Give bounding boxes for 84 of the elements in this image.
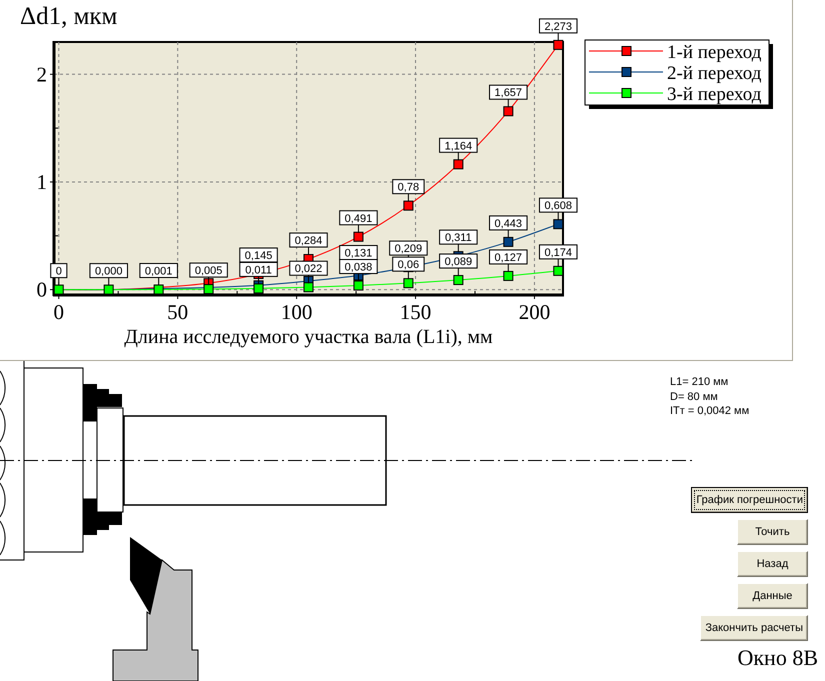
legend-label: 2-й переход xyxy=(667,63,762,84)
leader-line xyxy=(558,32,559,42)
window-label: Окно 8В xyxy=(737,644,818,670)
leader-line xyxy=(58,277,60,286)
x-tick-label: 100 xyxy=(280,300,312,324)
chuck-jaw xyxy=(83,384,122,421)
data-label: 0 xyxy=(50,263,68,278)
data-label: 1,657 xyxy=(489,84,528,100)
x-tick-label: 150 xyxy=(400,300,432,324)
data-label: 2,273 xyxy=(538,18,578,34)
point-marker-icon xyxy=(154,284,164,294)
point-marker-icon xyxy=(453,159,464,170)
x-tick-label: 0 xyxy=(54,300,64,324)
leader-line xyxy=(158,277,160,286)
data-label: 0,000 xyxy=(89,263,128,278)
point-marker-icon xyxy=(403,278,414,288)
data-label: 0,284 xyxy=(289,232,328,248)
data-label: 1,164 xyxy=(439,138,478,153)
point-marker-icon xyxy=(453,275,464,286)
y-tick-label: 2 xyxy=(36,62,47,86)
leader-line xyxy=(558,212,559,221)
point-marker-icon xyxy=(503,236,514,247)
data-label: 0,022 xyxy=(289,260,328,276)
leader-line xyxy=(108,277,110,286)
leader-line xyxy=(508,229,509,238)
leader-line xyxy=(408,193,409,202)
point-marker-icon xyxy=(553,219,564,230)
leader-line xyxy=(458,268,459,277)
point-marker-icon xyxy=(403,200,414,211)
leader-line xyxy=(508,98,509,108)
data-label: 0,608 xyxy=(538,198,578,213)
leader-line xyxy=(358,273,359,282)
point-marker-icon xyxy=(54,284,64,295)
y-tick-label: 0 xyxy=(36,278,47,302)
point-marker-icon xyxy=(204,284,214,294)
y-tick-label: 1 xyxy=(36,170,47,194)
data-label: 0,001 xyxy=(139,263,178,278)
data-label: 0,089 xyxy=(439,254,478,269)
y-axis-title: Δd1, мкм xyxy=(20,3,118,30)
data-label: 0,005 xyxy=(189,262,228,278)
action-button[interactable]: Данные xyxy=(737,582,808,608)
data-label: 0,174 xyxy=(538,244,578,260)
action-button[interactable]: Закончить расчеты xyxy=(700,614,808,640)
leader-line xyxy=(208,276,210,286)
point-marker-icon xyxy=(353,280,364,291)
data-label: 0,145 xyxy=(239,248,278,262)
data-label: 0,038 xyxy=(339,259,378,274)
leader-line xyxy=(458,244,459,253)
point-marker-icon xyxy=(104,284,114,295)
x-tick-label: 50 xyxy=(167,300,188,324)
x-tick-label: 200 xyxy=(518,300,550,324)
parameter-text: D= 80 мм xyxy=(670,390,719,404)
leader-line xyxy=(358,224,359,234)
parameter-text: L1= 210 мм xyxy=(670,375,730,390)
leader-line xyxy=(508,263,509,272)
data-label: 0,131 xyxy=(339,245,378,260)
chuck-jaw xyxy=(83,499,122,535)
point-marker-icon xyxy=(353,232,364,242)
leader-line xyxy=(308,246,309,256)
point-marker-icon xyxy=(503,106,514,116)
data-label: 0,209 xyxy=(389,240,428,256)
point-marker-icon xyxy=(553,40,564,50)
data-label: 0,78 xyxy=(392,179,425,194)
action-button[interactable]: Назад xyxy=(737,550,808,576)
point-marker-icon xyxy=(503,270,514,281)
point-marker-icon xyxy=(304,282,314,292)
parameter-text: ITт = 0,0042 мм xyxy=(670,404,750,418)
action-button[interactable]: График погрешности xyxy=(691,486,808,512)
data-label: 0,443 xyxy=(489,215,528,230)
leader-line xyxy=(558,258,559,268)
leader-line xyxy=(308,274,309,284)
x-axis-title: Длина исследуемого участка вала (L1i), мм xyxy=(124,326,493,348)
action-button[interactable]: Точить xyxy=(737,518,808,544)
leader-line xyxy=(458,152,459,161)
leader-line xyxy=(258,276,260,285)
point-marker-icon xyxy=(553,266,564,276)
data-label: 0,011 xyxy=(239,262,278,277)
point-marker-icon xyxy=(254,283,264,294)
legend-label: 1-й переход xyxy=(667,42,762,63)
legend-label: 3-й переход xyxy=(667,84,762,105)
data-label: 0,311 xyxy=(439,230,478,245)
data-label: 0,491 xyxy=(339,210,378,226)
leader-line xyxy=(408,270,409,280)
data-label: 0,127 xyxy=(489,249,528,264)
